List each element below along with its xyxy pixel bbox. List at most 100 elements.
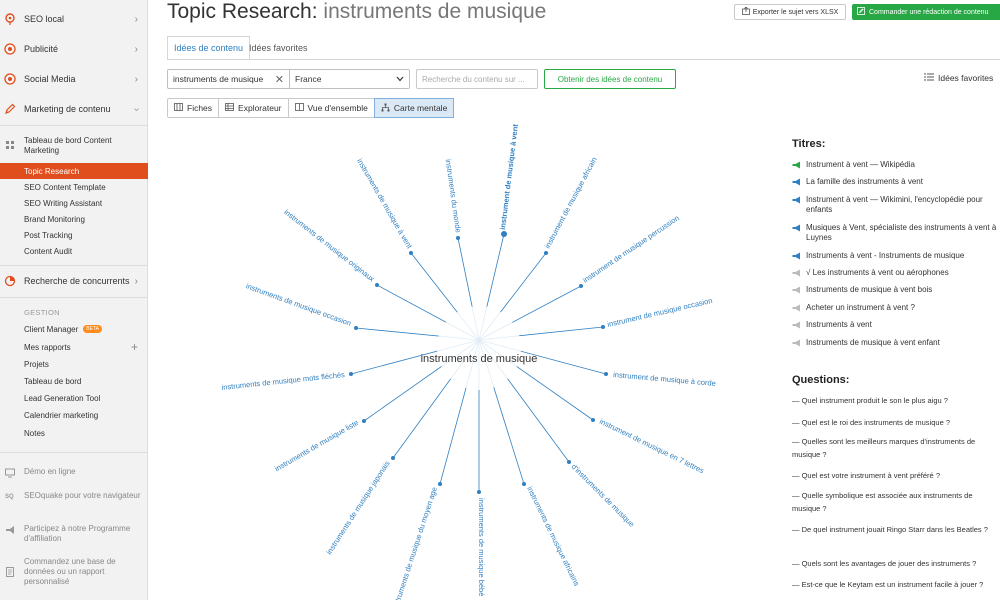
mind-map-branch-label[interactable]: instrument de musique percussion <box>581 213 681 284</box>
clear-icon[interactable]: ✕ <box>275 73 284 86</box>
sidebar-item-calendrier-marketing[interactable]: Calendrier marketing <box>0 407 148 423</box>
title-item[interactable]: Instruments de musique à vent bois <box>792 285 1000 295</box>
mind-map-node[interactable] <box>349 372 353 376</box>
mind-map-node[interactable] <box>456 236 460 240</box>
mind-map-branch-label[interactable]: instrument de musique à corde <box>613 370 716 388</box>
question-item[interactable]: — Quel est le roi des instruments de mus… <box>792 416 1000 429</box>
sidebar-item-content-audit[interactable]: Content Audit <box>0 243 148 259</box>
mind-map-node[interactable] <box>544 251 548 255</box>
mind-map-node[interactable] <box>362 419 366 423</box>
mind-map-node[interactable] <box>567 460 571 464</box>
keyword-input[interactable]: instruments de musique ✕ <box>167 69 290 89</box>
favorites-link[interactable]: Idées favorites <box>924 73 993 83</box>
view-fiches-button[interactable]: Fiches <box>167 98 220 118</box>
sidebar-footer-seoquake[interactable]: SQ SEOquake pour votre navigateur <box>0 491 148 513</box>
divider <box>0 452 148 453</box>
mind-map-branch-label[interactable]: instrument de musique à vent <box>498 123 520 230</box>
sidebar-item-social-media[interactable]: Social Media › <box>0 64 148 94</box>
view-vue-d-ensemble-button[interactable]: Vue d'ensemble <box>287 98 375 118</box>
question-item[interactable]: — De quel instrument jouait Ringo Starr … <box>792 523 1000 536</box>
sidebar-item-tableau-de-bord-content-marketing[interactable]: Tableau de bord Content Marketing <box>0 134 148 158</box>
sidebar-footer-demo[interactable]: Démo en ligne <box>0 467 148 479</box>
sidebar-item-brand-monitoring[interactable]: Brand Monitoring <box>0 211 148 227</box>
mind-map-node[interactable] <box>604 372 608 376</box>
sidebar-footer-label: Commandez une base de données ou un rapp… <box>24 557 116 586</box>
sidebar-footer-commande[interactable]: Commandez une base de données ou un rapp… <box>0 557 148 589</box>
mind-map-node[interactable] <box>522 482 526 486</box>
mind-map-node[interactable] <box>409 251 413 255</box>
mind-map-branch-label[interactable]: instruments de musique liste <box>273 418 360 473</box>
sidebar-item-client-manager[interactable]: Client Manager BETA <box>0 321 148 337</box>
question-item[interactable]: — Quels sont les avantages de jouer des … <box>792 557 1000 570</box>
search-content-input[interactable] <box>416 69 538 89</box>
sidebar-sub-label: Topic Research <box>24 166 80 176</box>
sidebar-item-projets[interactable]: Projets <box>0 356 148 372</box>
sidebar-item-recherche-de-concurrents[interactable]: Recherche de concurrents › <box>0 266 148 296</box>
title-item[interactable]: Instruments à vent - Instruments de musi… <box>792 251 1000 261</box>
tab-idees-de-contenu[interactable]: Idées de contenu <box>167 36 251 60</box>
mind-map-node[interactable] <box>375 283 379 287</box>
title-item[interactable]: Instruments à vent <box>792 320 1000 330</box>
sidebar-footer-affiliation[interactable]: Participez à notre Programme d'affiliati… <box>0 524 148 546</box>
chevron-down-icon <box>396 74 404 84</box>
sidebar-item-tableau-de-bord[interactable]: Tableau de bord <box>0 373 148 389</box>
sidebar-item-mes-rapports[interactable]: Mes rapports + <box>0 339 148 355</box>
title-item[interactable]: Instrument à vent — Wikimini, l'encyclop… <box>792 195 1000 215</box>
question-item[interactable]: — Quelle symbolique est associée aux ins… <box>792 489 1000 515</box>
question-item[interactable]: — Quelles sont les meilleurs marques d'i… <box>792 435 1000 461</box>
view-carte-mentale-button[interactable]: Carte mentale <box>373 98 455 118</box>
mind-map-branch-label[interactable]: instruments de musique à vent <box>355 157 414 251</box>
sidebar-sub-label: Calendrier marketing <box>24 410 99 420</box>
mind-map-node[interactable] <box>438 482 442 486</box>
mind-map-node[interactable] <box>477 490 481 494</box>
sidebar-item-post-tracking[interactable]: Post Tracking <box>0 227 148 243</box>
mind-map-branch-label[interactable]: instrument de musique occasion <box>606 296 713 329</box>
sidebar-item-notes[interactable]: Notes <box>0 425 148 441</box>
tab-idees-favorites[interactable]: Idées favorites <box>243 36 314 60</box>
sidebar-item-marketing-de-contenu[interactable]: Marketing de contenu › <box>0 94 148 124</box>
sidebar-item-seo-writing-assistant[interactable]: SEO Writing Assistant <box>0 195 148 211</box>
mind-map-node[interactable] <box>591 418 595 422</box>
country-select[interactable]: France <box>289 69 410 89</box>
export-xlsx-button[interactable]: Exporter le sujet vers XLSX <box>734 4 846 20</box>
order-content-button[interactable]: Commander une rédaction de contenu <box>852 4 1000 20</box>
sidebar-item-seo-local[interactable]: SEO local › <box>0 4 148 34</box>
question-item[interactable]: — Quel est votre instrument à vent préfé… <box>792 469 1000 482</box>
mind-map-branch-label[interactable]: instruments de musique originaux <box>282 207 376 283</box>
title-item[interactable]: √ Les instruments à vent ou aérophones <box>792 268 1000 278</box>
country-value: France <box>295 74 322 84</box>
get-ideas-button[interactable]: Obtenir des idées de contenu <box>544 69 676 89</box>
title-item[interactable]: Instruments de musique à vent enfant <box>792 338 1000 348</box>
mind-map-node[interactable] <box>579 284 583 288</box>
title-item[interactable]: Instrument à vent — Wikipédia <box>792 160 1000 170</box>
mind-map-branch-label[interactable]: d'instruments de musique <box>570 462 637 529</box>
question-item[interactable]: — Quel instrument produit le son le plus… <box>792 394 1000 407</box>
sidebar-item-lead-generation-tool[interactable]: Lead Generation Tool <box>0 390 148 406</box>
view-explorateur-button[interactable]: Explorateur <box>218 98 289 118</box>
mind-map-branch-label[interactable]: instruments du monde <box>444 159 463 234</box>
question-item[interactable]: — Est-ce que le Keytam est un instrument… <box>792 578 1000 591</box>
mind-map-node[interactable] <box>354 326 358 330</box>
title-item[interactable]: Musiques à Vent, spécialiste des instrum… <box>792 223 1000 243</box>
title-item[interactable]: Acheter un instrument à vent ? <box>792 303 1000 313</box>
order-label: Commander une rédaction de contenu <box>869 8 989 16</box>
mind-map-branch-label[interactable]: instruments de musique bébé <box>477 498 486 596</box>
title-item[interactable]: La famille des instruments à vent <box>792 177 1000 187</box>
mind-map-node[interactable] <box>391 456 395 460</box>
mind-map-branch-label[interactable]: truments de musique du moyen age <box>393 486 439 600</box>
export-label: Exporter le sujet vers XLSX <box>752 8 839 16</box>
sidebar-item-seo-content-template[interactable]: SEO Content Template <box>0 179 148 195</box>
sidebar-item-topic-research[interactable]: Topic Research <box>0 163 148 179</box>
mind-map-branch-label[interactable]: instruments de musique africains <box>525 485 581 588</box>
keyword-value: instruments de musique <box>173 74 264 84</box>
sidebar-item-publicite[interactable]: Publicité › <box>0 34 148 64</box>
mind-map-node[interactable] <box>501 231 507 237</box>
mind-map-node[interactable] <box>601 325 605 329</box>
mind-map-branch-label[interactable]: instruments de musique japonais <box>324 459 391 556</box>
overview-icon <box>294 103 304 113</box>
mind-map-branch-label[interactable]: instruments de musique occasion <box>245 281 353 328</box>
mind-map-branch-label[interactable]: instrument de musique en 7 lettres <box>598 417 706 476</box>
mind-map-branch-label[interactable]: instruments de musique mots fléchés <box>221 370 345 392</box>
plus-icon[interactable]: + <box>131 340 138 354</box>
mind-map-branch-label[interactable]: instrument de musique africain <box>543 156 599 250</box>
